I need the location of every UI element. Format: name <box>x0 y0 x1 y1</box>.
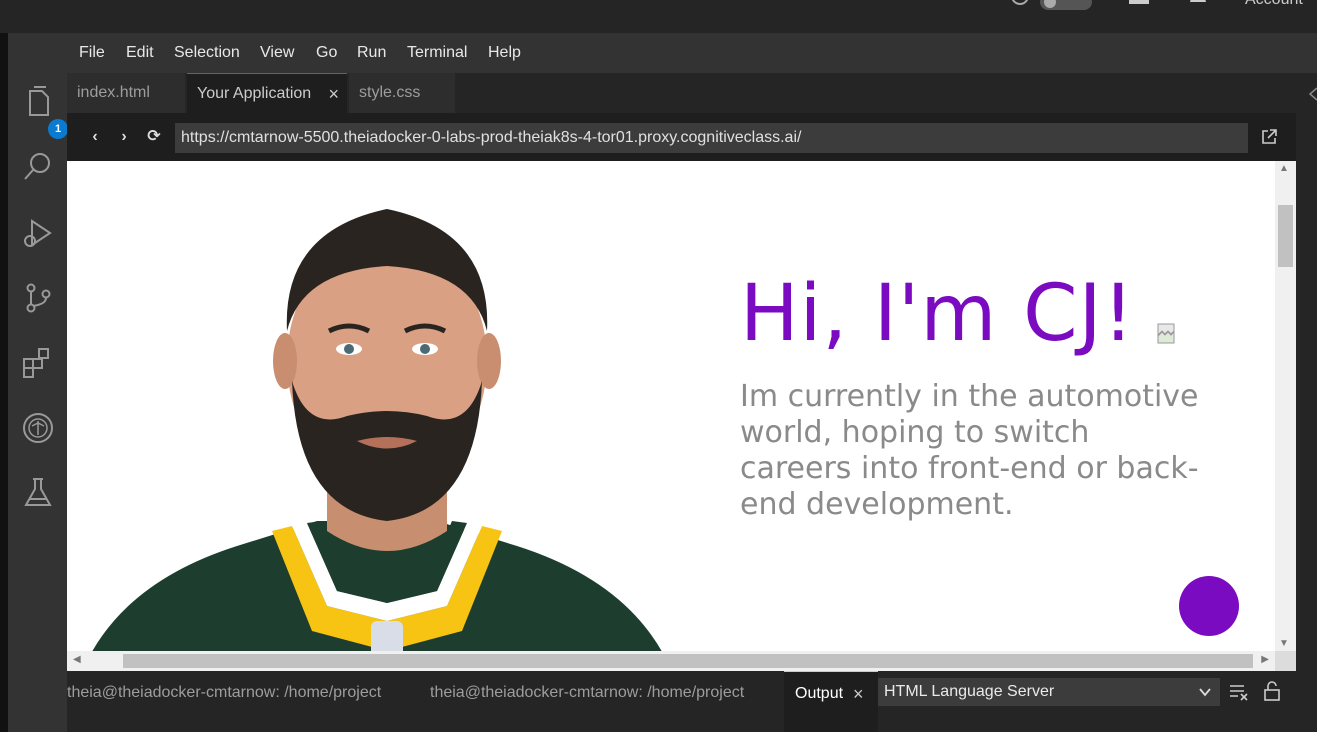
source-control-icon <box>26 283 51 313</box>
extensions-button[interactable] <box>20 345 56 381</box>
output-channel-select[interactable]: HTML Language Server <box>878 678 1220 706</box>
menu-run[interactable]: Run <box>357 44 386 62</box>
scroll-thumb[interactable] <box>1278 205 1293 267</box>
horizontal-scrollbar[interactable]: ◀ ▶ <box>67 651 1275 671</box>
scroll-thumb[interactable] <box>123 654 1253 668</box>
tab-close-button[interactable]: × <box>328 74 339 114</box>
preview-toolbar: ‹ › ⟳ <box>67 113 1296 161</box>
scrollbar-corner <box>1275 651 1296 671</box>
files-icon <box>29 86 49 116</box>
output-channel-value: HTML Language Server <box>884 683 1055 700</box>
bell-icon[interactable] <box>1188 0 1208 8</box>
url-input[interactable] <box>175 123 1248 153</box>
tab-style-css[interactable]: style.css <box>349 73 455 113</box>
theme-icon[interactable] <box>1010 0 1030 8</box>
page-title: Hi, I'm CJ! <box>740 269 1135 359</box>
menu-bar: File Edit Selection View Go Run Terminal… <box>8 33 1317 73</box>
profile-photo <box>92 209 662 651</box>
theme-toggle[interactable] <box>1040 0 1092 10</box>
open-external-icon[interactable] <box>1260 128 1278 146</box>
skills-network-icon <box>23 413 53 443</box>
activity-bar: 1 <box>8 73 68 732</box>
explorer-button[interactable]: 1 <box>20 85 68 139</box>
tab-label: style.css <box>359 84 421 101</box>
menu-help[interactable]: Help <box>488 44 521 62</box>
menu-file[interactable]: File <box>79 44 105 62</box>
page-preview[interactable]: Hi, I'm CJ! Im currently in the automoti… <box>67 161 1275 651</box>
floating-action-button[interactable] <box>1179 576 1239 636</box>
tab-index-html[interactable]: index.html <box>67 73 185 113</box>
run-debug-button[interactable] <box>20 215 56 251</box>
terminal-tab-2[interactable]: theia@theiadocker-cmtarnow: /home/projec… <box>430 684 744 702</box>
menu-selection[interactable]: Selection <box>174 44 240 62</box>
tab-your-application[interactable]: Your Application × <box>187 73 347 113</box>
scroll-left-arrow[interactable]: ◀ <box>73 654 81 665</box>
scroll-up-arrow[interactable]: ▲ <box>1279 163 1289 174</box>
bottom-panel: theia@theiadocker-cmtarnow: /home/projec… <box>67 671 1317 732</box>
extensions-icon <box>23 348 49 378</box>
account-menu[interactable]: Account <box>1245 0 1303 9</box>
scroll-right-arrow[interactable]: ▶ <box>1261 654 1269 665</box>
debug-icon <box>24 219 52 247</box>
search-icon <box>24 153 50 180</box>
tab-label: Your Application <box>197 85 312 102</box>
tab-label: index.html <box>77 84 150 101</box>
output-close-button[interactable]: × <box>853 684 864 705</box>
intro-paragraph: Im currently in the automotive world, ho… <box>740 379 1199 522</box>
back-button[interactable]: ‹ <box>85 127 105 147</box>
editor-tab-bar: index.html Your Application × style.css <box>67 73 1296 113</box>
right-side-gutter <box>1296 73 1317 673</box>
vertical-scrollbar[interactable]: ▲ ▼ <box>1275 161 1296 651</box>
scroll-down-arrow[interactable]: ▼ <box>1279 638 1289 649</box>
forward-button[interactable]: › <box>114 127 134 147</box>
tab-output[interactable]: Output <box>784 671 878 732</box>
source-control-button[interactable] <box>20 280 56 316</box>
search-button[interactable] <box>20 149 56 185</box>
menu-terminal[interactable]: Terminal <box>407 44 467 62</box>
title-bar: Account <box>0 0 1317 33</box>
reload-button[interactable]: ⟳ <box>144 127 164 147</box>
cloud-icon[interactable] <box>1126 0 1152 8</box>
collapse-icon[interactable] <box>1308 87 1317 101</box>
clear-output-icon[interactable] <box>1229 683 1249 701</box>
terminal-tab-1[interactable]: theia@theiadocker-cmtarnow: /home/projec… <box>67 684 381 702</box>
scroll-lock-icon[interactable] <box>1263 681 1281 701</box>
explorer-badge: 1 <box>48 119 68 139</box>
flask-icon <box>24 478 52 506</box>
output-tab-label: Output <box>795 685 844 702</box>
menu-edit[interactable]: Edit <box>126 44 154 62</box>
testing-button[interactable] <box>20 475 56 511</box>
broken-image-icon <box>1157 323 1175 344</box>
menu-go[interactable]: Go <box>316 44 337 62</box>
menu-view[interactable]: View <box>260 44 294 62</box>
skills-network-button[interactable] <box>20 410 56 446</box>
window-edge <box>0 33 8 732</box>
chevron-down-icon <box>1199 688 1211 697</box>
